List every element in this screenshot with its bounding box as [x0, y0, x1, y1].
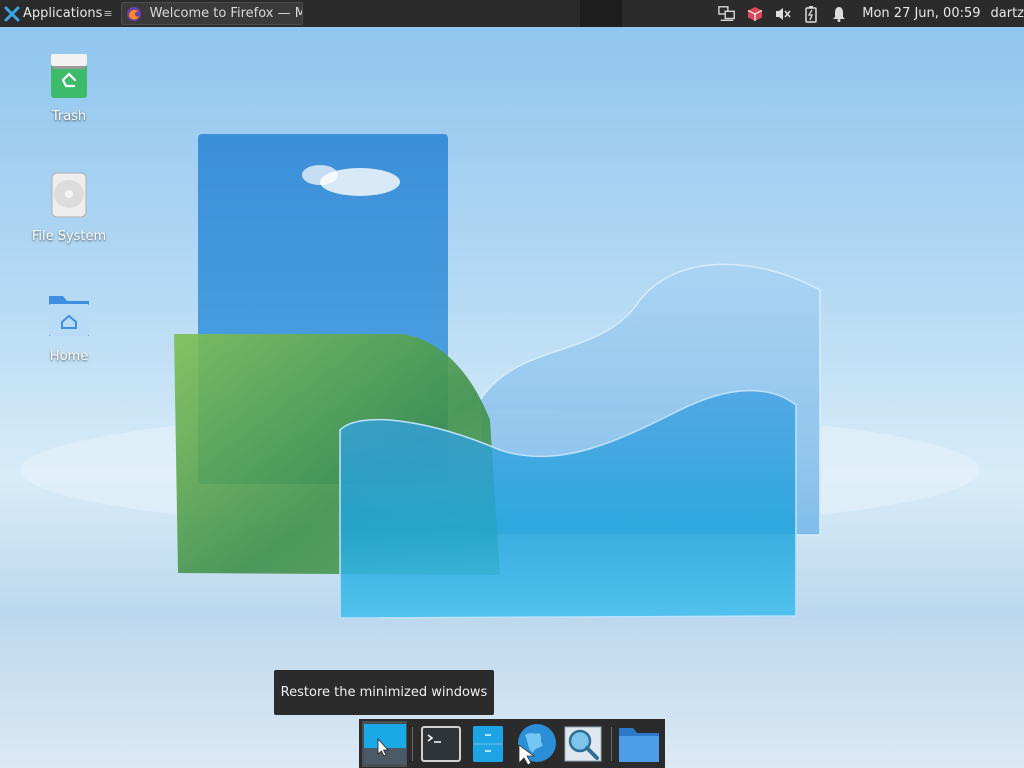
web-browser-button[interactable]	[513, 721, 558, 767]
trash-icon	[51, 54, 87, 98]
system-tray	[718, 5, 854, 23]
show-desktop-icon	[363, 723, 406, 764]
firefox-icon	[126, 6, 141, 21]
volume-muted-icon[interactable]	[774, 5, 792, 23]
dock	[359, 719, 665, 768]
desktop-icon-trash[interactable]: Trash	[19, 52, 119, 124]
magnifier-icon	[564, 726, 602, 761]
file-manager-icon	[473, 725, 504, 762]
menu-arrow-icon: ≡	[103, 7, 113, 20]
tooltip: Restore the minimized windows	[274, 670, 494, 715]
desktop-icon-label: Home	[49, 349, 89, 364]
desktop-icon-file-system[interactable]: File System	[19, 172, 119, 244]
taskbar-window-title: Welcome to Firefox — Mo...	[149, 6, 302, 21]
wallpaper	[20, 134, 980, 619]
tooltip-text: Restore the minimized windows	[280, 685, 488, 700]
terminal-button[interactable]	[418, 721, 463, 767]
clock[interactable]: Mon 27 Jun, 00:59	[862, 6, 980, 21]
taskbar-firefox-window[interactable]: Welcome to Firefox — Mo...	[120, 2, 303, 25]
globe-browser-icon	[517, 723, 556, 765]
dock-separator	[412, 726, 414, 761]
home-folder-button[interactable]	[617, 721, 662, 767]
desktop-icon-home[interactable]: Home	[19, 292, 119, 364]
package-updates-icon[interactable]	[746, 5, 764, 23]
network-icon[interactable]	[718, 5, 736, 23]
battery-charging-icon[interactable]	[802, 5, 820, 23]
folder-icon	[619, 727, 660, 762]
applications-menu-button[interactable]: Applications ≡	[0, 0, 117, 27]
applications-label: Applications	[23, 6, 103, 21]
desktop-icon-label: Trash	[51, 109, 87, 124]
drive-icon	[51, 172, 87, 218]
notifications-bell-icon[interactable]	[830, 5, 848, 23]
top-panel: Applications ≡ Welcome to Firefox — Mo..…	[0, 0, 1024, 27]
terminal-icon	[421, 725, 461, 762]
user-menu[interactable]: dartz	[991, 6, 1024, 21]
home-folder-icon	[49, 296, 89, 336]
desktop-icon-label: File System	[31, 229, 107, 244]
app-finder-button[interactable]	[560, 721, 605, 767]
xfce-logo-icon	[4, 6, 20, 21]
panel-separator	[580, 0, 623, 27]
show-desktop-button[interactable]	[362, 720, 408, 767]
panel-spacer	[303, 0, 581, 27]
dock-separator	[610, 726, 612, 761]
file-manager-button[interactable]	[466, 721, 511, 767]
